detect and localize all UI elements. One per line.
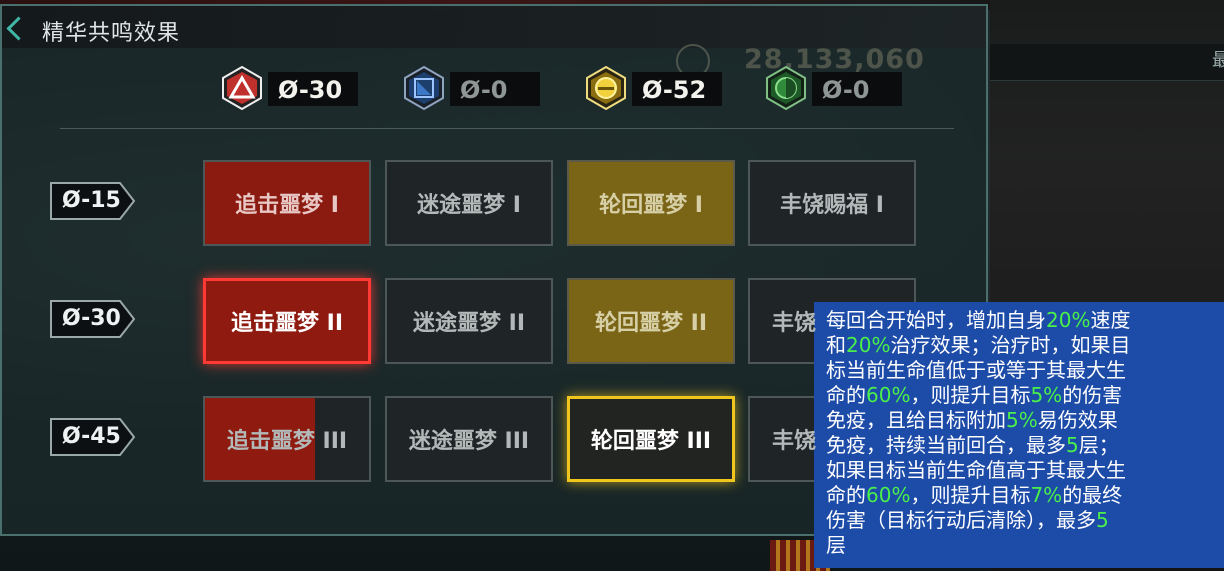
cell-label: 丰饶 — [772, 311, 817, 336]
cell-label: 丰饶 — [772, 429, 817, 454]
panel-title-bar: 精华共鸣效果 — [2, 6, 986, 48]
resonance-cell-cycle-nightmare-3[interactable]: 轮回噩梦 III — [567, 396, 735, 482]
green-circle-essence-icon — [766, 66, 806, 110]
tooltip-text: 免疫，持续当前回合，最多 — [826, 433, 1066, 457]
gold-circle-essence-icon — [586, 66, 626, 110]
tooltip-text: ，则提升目标 — [910, 483, 1031, 507]
effect-description-tooltip: 每回合开始时，增加自身20%速度 和20%治疗效果；治疗时，如果目 标当前生命值低于… — [814, 302, 1224, 568]
resonance-cell-cycle-nightmare-1[interactable]: 轮回噩梦 I — [567, 160, 735, 246]
tooltip-line: 每回合开始时，增加自身20%速度 — [826, 308, 1224, 333]
highlight-value: 5% — [1030, 383, 1063, 407]
highlight-value: 60% — [866, 383, 911, 407]
tooltip-line: 伤害（目标行动后清除），最多5 — [826, 508, 1224, 533]
counter-value: Ø-0 — [460, 76, 508, 104]
right-top-glyph: 最 — [1212, 50, 1224, 71]
tooltip-text: 命的 — [826, 483, 866, 507]
tooltip-line: 标当前生命值低于或等于其最大生 — [826, 358, 1224, 383]
highlight-value: 60% — [866, 483, 911, 507]
highlight-value: 5% — [1006, 408, 1038, 432]
tooltip-text: 速度 — [1090, 308, 1131, 332]
tooltip-line: 和20%治疗效果；治疗时，如果目 — [826, 333, 1224, 358]
cell-label: 轮回噩梦 III — [590, 429, 712, 454]
cell-label: 轮回噩梦 II — [594, 311, 708, 336]
tooltip-text: 免疫，且给目标附加 — [826, 408, 1006, 432]
panel-title: 精华共鸣效果 — [42, 21, 181, 46]
tooltip-text: ，则提升目标 — [910, 383, 1031, 407]
cell-label: 迷途噩梦 III — [408, 429, 530, 454]
resonance-cell-lost-nightmare-3[interactable]: 迷途噩梦 III — [385, 396, 553, 482]
tier-value: Ø-45 — [62, 424, 121, 449]
cell-label: 迷途噩梦 I — [417, 193, 521, 218]
tooltip-line: 免疫，且给目标附加5%易伤效果 — [826, 408, 1224, 433]
header-divider — [60, 128, 954, 129]
tooltip-text: 伤害（目标行动后清除），最多 — [826, 508, 1096, 532]
tier-label-1: Ø-15 — [50, 182, 136, 220]
tooltip-text: 标当前生命值低于或等于其最大生 — [826, 358, 1126, 382]
counter-value: Ø-52 — [642, 76, 707, 104]
tooltip-text: 层 — [826, 533, 846, 557]
tooltip-text: 命的 — [826, 383, 866, 407]
tooltip-text: 如果目标当前生命值高于其最大生 — [826, 458, 1126, 482]
right-top-bar — [990, 44, 1224, 81]
resonance-cell-bounty-blessing-1[interactable]: 丰饶赐福 I — [748, 160, 916, 246]
red-triangle-essence-icon — [222, 66, 262, 110]
cell-label: 轮回噩梦 I — [599, 193, 703, 218]
highlight-value: 5 — [1066, 433, 1079, 457]
highlight-value: 20% — [846, 333, 891, 357]
tier-label-3: Ø-45 — [50, 418, 136, 456]
cell-label: 迷途噩梦 II — [412, 311, 526, 336]
tooltip-text: 的伤害 — [1062, 383, 1123, 407]
tooltip-line: 层 — [826, 533, 1224, 558]
tooltip-line: 如果目标当前生命值高于其最大生 — [826, 458, 1224, 483]
tooltip-text: 的最终 — [1062, 483, 1123, 507]
highlight-value: 5 — [1096, 508, 1109, 532]
blue-square-essence-icon — [404, 66, 444, 110]
tooltip-line: 命的60%，则提升目标5%的伤害 — [826, 383, 1224, 408]
counter-value: Ø-30 — [278, 76, 343, 104]
cell-label: 追击噩梦 II — [230, 311, 344, 336]
resonance-cell-chase-nightmare-1[interactable]: 追击噩梦 I — [203, 160, 371, 246]
tooltip-text: 每回合开始时，增加自身 — [826, 308, 1046, 332]
resonance-cell-lost-nightmare-2[interactable]: 迷途噩梦 II — [385, 278, 553, 364]
resonance-cell-chase-nightmare-2[interactable]: 追击噩梦 II — [203, 278, 371, 364]
tier-label-2: Ø-30 — [50, 300, 136, 338]
tier-value: Ø-15 — [62, 188, 121, 213]
cell-label: 追击噩梦 I — [235, 193, 339, 218]
resonance-cell-cycle-nightmare-2[interactable]: 轮回噩梦 II — [567, 278, 735, 364]
highlight-value: 20% — [1046, 308, 1091, 332]
corner-accent-icon — [6, 16, 31, 41]
tooltip-text: 和 — [826, 333, 846, 357]
resonance-cell-chase-nightmare-3[interactable]: 追击噩梦 III — [203, 396, 371, 482]
cell-label: 追击噩梦 III — [226, 429, 348, 454]
highlight-value: 7% — [1030, 483, 1063, 507]
tooltip-text: 治疗效果；治疗时，如果目 — [890, 333, 1131, 357]
counter-value: Ø-0 — [822, 76, 870, 104]
tooltip-text: 层； — [1078, 433, 1119, 457]
tooltip-line: 命的60%，则提升目标7%的最终 — [826, 483, 1224, 508]
tooltip-line: 免疫，持续当前回合，最多5层； — [826, 433, 1224, 458]
resonance-cell-lost-nightmare-1[interactable]: 迷途噩梦 I — [385, 160, 553, 246]
tooltip-text: 易伤效果 — [1037, 408, 1118, 432]
tier-value: Ø-30 — [62, 306, 121, 331]
cell-label: 丰饶赐福 I — [780, 193, 884, 218]
